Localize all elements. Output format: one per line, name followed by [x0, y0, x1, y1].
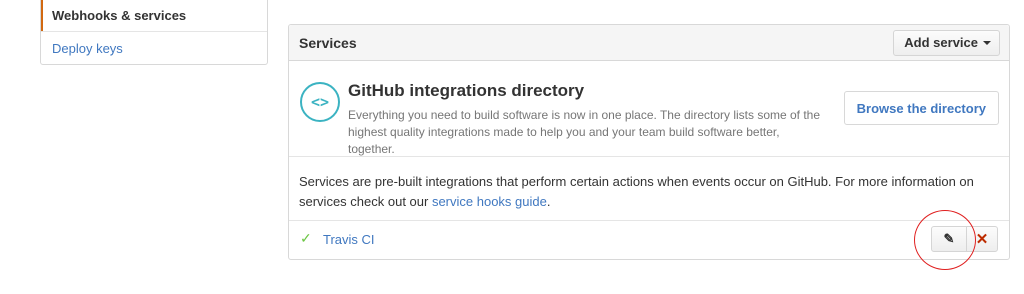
edit-service-button[interactable]: ✎ [931, 226, 967, 252]
pencil-icon: ✎ [943, 231, 955, 246]
delete-service-button[interactable]: ✕ [966, 226, 998, 252]
browse-directory-button[interactable]: Browse the directory [843, 91, 999, 125]
integrations-directory-promo: <> GitHub integrations directory Everyth… [289, 61, 1009, 157]
sidebar-item-deploy-keys[interactable]: Deploy keys [41, 31, 267, 64]
add-service-label: Add service [904, 35, 978, 50]
services-panel: Services Add service <> GitHub integrati… [288, 24, 1010, 260]
sidebar-item-webhooks-services[interactable]: Webhooks & services [41, 0, 267, 31]
integrations-title: GitHub integrations directory [348, 81, 585, 100]
services-info: Services are pre-built integrations that… [289, 157, 1009, 221]
service-name-link[interactable]: Travis CI [323, 232, 375, 247]
settings-sidebar: Webhooks & services Deploy keys [40, 0, 268, 65]
close-icon: ✕ [975, 231, 989, 248]
service-row-travis-ci: ✓ Travis CI ✎ ✕ [289, 221, 1009, 259]
add-service-button[interactable]: Add service [893, 29, 1000, 56]
sidebar-item-label: Webhooks & services [52, 7, 187, 23]
services-title: Services [299, 34, 357, 51]
integrations-description: Everything you need to build software is… [348, 108, 821, 156]
services-info-end: . [546, 194, 551, 209]
code-brackets-icon: <> [300, 82, 340, 122]
services-info-text: Services are pre-built integrations that… [299, 174, 974, 209]
service-hooks-guide-link[interactable]: service hooks guide [432, 194, 547, 209]
sidebar-item-label: Deploy keys [52, 40, 123, 56]
caret-down-icon [983, 40, 991, 45]
check-icon: ✓ [300, 230, 312, 246]
services-header: Services Add service [289, 25, 1009, 61]
